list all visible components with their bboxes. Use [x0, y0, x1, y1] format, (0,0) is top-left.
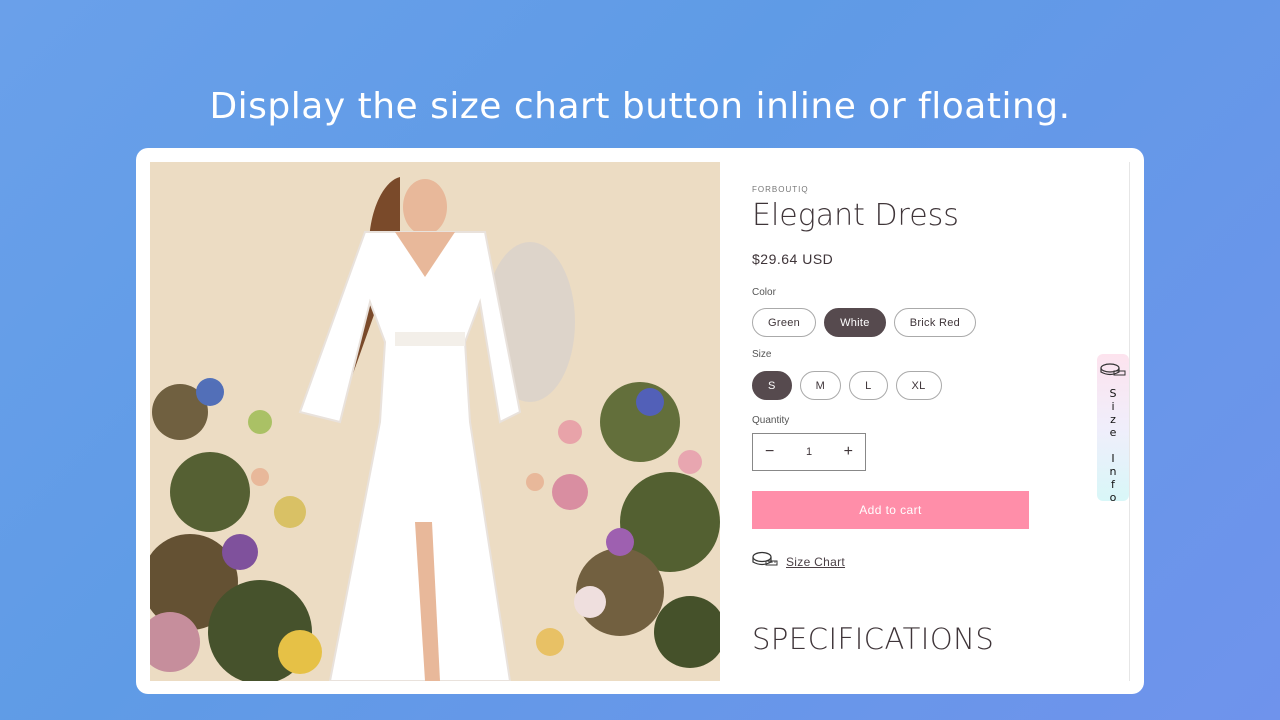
quantity-increase-button[interactable]: + [844, 443, 853, 461]
vendor-label: FORBOUTIQ [752, 185, 809, 194]
color-pill-white[interactable]: White [824, 308, 886, 337]
promo-headline: Display the size chart button inline or … [209, 86, 1071, 127]
size-chart-inline[interactable]: Size Chart [752, 551, 845, 572]
size-pills: S M L XL [752, 371, 942, 400]
panel-divider [1129, 162, 1130, 681]
specifications-heading: SPECIFICATIONS [752, 622, 995, 656]
dress-photo-illustration [150, 162, 720, 681]
color-pill-brick-red[interactable]: Brick Red [893, 308, 977, 337]
product-title: Elegant Dress [752, 198, 959, 233]
product-price: $29.64 USD [752, 251, 834, 267]
color-pill-green[interactable]: Green [752, 308, 817, 337]
measuring-tape-icon [752, 551, 778, 572]
product-info: FORBOUTIQ Elegant Dress $29.64 USD Color… [752, 148, 1122, 694]
measuring-tape-icon [1100, 362, 1126, 381]
size-label: Size [752, 349, 772, 360]
add-to-cart-button[interactable]: Add to cart [752, 491, 1029, 529]
size-pill-s[interactable]: S [752, 371, 792, 400]
floating-size-info-button[interactable]: S i z e I n f o [1097, 354, 1129, 504]
quantity-value[interactable]: 1 [806, 446, 812, 458]
color-pills: Green White Brick Red [752, 308, 977, 337]
floating-size-info-label: S i z e I n f o [1109, 387, 1117, 504]
size-chart-link[interactable]: Size Chart [786, 555, 845, 569]
color-label: Color [752, 287, 776, 298]
quantity-decrease-button[interactable]: − [765, 443, 774, 461]
size-pill-l[interactable]: L [849, 371, 888, 400]
size-pill-xl[interactable]: XL [895, 371, 942, 400]
quantity-stepper: − 1 + [752, 433, 866, 471]
product-image [150, 162, 720, 681]
size-pill-m[interactable]: M [799, 371, 842, 400]
product-card: FORBOUTIQ Elegant Dress $29.64 USD Color… [136, 148, 1144, 694]
quantity-label: Quantity [752, 415, 790, 426]
